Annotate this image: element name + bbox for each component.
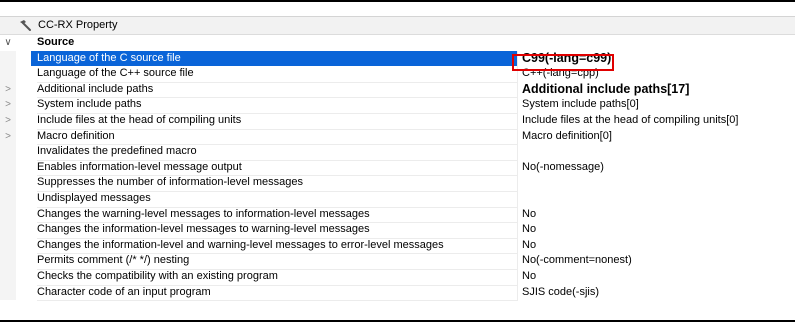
property-row[interactable]: Character code of an input program SJIS c… bbox=[0, 284, 795, 302]
property-name: Language of the C++ source file bbox=[37, 66, 518, 83]
panel-title: CC-RX Property bbox=[38, 19, 118, 31]
highlight-box bbox=[512, 54, 614, 71]
property-row[interactable]: > Macro definition Macro definition[0] bbox=[0, 128, 795, 146]
column-divider bbox=[517, 144, 518, 160]
column-divider bbox=[517, 159, 518, 176]
property-value[interactable]: No bbox=[522, 269, 795, 285]
property-value[interactable]: Include files at the head of compiling u… bbox=[522, 113, 795, 129]
row-gutter bbox=[0, 284, 16, 301]
property-row[interactable]: Permits comment (/* */) nesting No(-comme… bbox=[0, 253, 795, 270]
property-name: Suppresses the number of information-lev… bbox=[37, 175, 518, 192]
property-row[interactable]: Invalidates the predefined macro bbox=[0, 144, 795, 161]
property-row[interactable]: > Additional include paths Additional incl… bbox=[0, 81, 795, 99]
property-row[interactable]: Enables information-level message output… bbox=[0, 159, 795, 177]
row-gutter bbox=[0, 144, 16, 160]
panel-header: CC-RX Property bbox=[0, 17, 795, 35]
property-value[interactable]: System include paths[0] bbox=[522, 97, 795, 113]
property-row[interactable]: Language of the C++ source file C++(-lang… bbox=[0, 66, 795, 83]
column-divider bbox=[517, 175, 518, 191]
row-gutter bbox=[0, 253, 16, 269]
property-row[interactable]: Undisplayed messages bbox=[0, 190, 795, 208]
column-divider bbox=[517, 268, 518, 285]
property-name: Changes the warning-level messages to in… bbox=[37, 207, 518, 224]
property-row[interactable]: Suppresses the number of information-lev… bbox=[0, 175, 795, 192]
row-gutter bbox=[0, 66, 16, 82]
property-value[interactable] bbox=[522, 191, 795, 207]
property-row[interactable]: Language of the C source file C99(-lang=c… bbox=[0, 50, 795, 67]
property-name: System include paths bbox=[37, 97, 518, 114]
row-gutter bbox=[0, 268, 16, 285]
property-row[interactable]: > Include files at the head of compiling … bbox=[0, 112, 795, 130]
property-name: Checks the compatibility with an existin… bbox=[37, 269, 518, 286]
chevron-right-icon[interactable]: > bbox=[3, 97, 13, 112]
property-value[interactable]: No(-nomessage) bbox=[522, 160, 795, 176]
column-divider bbox=[517, 128, 518, 145]
property-row[interactable]: > System include paths System include path… bbox=[0, 97, 795, 114]
property-name: Enables information-level message output bbox=[37, 160, 518, 177]
property-name: Changes the information-level and warnin… bbox=[37, 238, 518, 255]
category-label: Source bbox=[37, 36, 75, 48]
row-gutter bbox=[0, 159, 16, 176]
row-gutter bbox=[0, 237, 16, 254]
column-divider bbox=[517, 190, 518, 207]
property-value[interactable]: No(-comment=nonest) bbox=[522, 253, 795, 269]
property-value[interactable]: No bbox=[522, 222, 795, 238]
property-row[interactable]: Changes the information-level messages t… bbox=[0, 222, 795, 239]
property-value[interactable] bbox=[522, 175, 795, 191]
column-divider bbox=[517, 81, 518, 98]
property-name: Language of the C source file bbox=[31, 50, 518, 67]
hammer-icon bbox=[20, 20, 31, 31]
property-row[interactable]: Changes the warning-level messages to in… bbox=[0, 206, 795, 224]
property-value[interactable]: Macro definition[0] bbox=[522, 129, 795, 145]
property-grid: ∨ Source Language of the C source file C9… bbox=[0, 35, 795, 302]
row-gutter bbox=[0, 50, 16, 67]
row-gutter bbox=[0, 175, 16, 191]
property-name: Permits comment (/* */) nesting bbox=[37, 253, 518, 270]
chevron-right-icon[interactable]: > bbox=[3, 129, 13, 144]
column-divider bbox=[517, 206, 518, 223]
property-name: Character code of an input program bbox=[37, 285, 518, 302]
category-source[interactable]: ∨ Source bbox=[0, 35, 795, 51]
property-name: Undisplayed messages bbox=[37, 191, 518, 208]
property-value[interactable]: SJIS code(-sjis) bbox=[522, 285, 795, 301]
column-divider bbox=[517, 237, 518, 254]
column-divider bbox=[517, 112, 518, 129]
row-gutter bbox=[0, 222, 16, 238]
property-name: Invalidates the predefined macro bbox=[37, 144, 518, 161]
column-divider bbox=[517, 284, 518, 301]
chevron-down-icon[interactable]: ∨ bbox=[3, 35, 13, 50]
column-divider bbox=[517, 222, 518, 238]
property-row[interactable]: Checks the compatibility with an existin… bbox=[0, 268, 795, 286]
property-name: Additional include paths bbox=[37, 82, 518, 99]
row-gutter bbox=[0, 206, 16, 223]
property-row[interactable]: Changes the information-level and warnin… bbox=[0, 237, 795, 255]
column-divider bbox=[517, 253, 518, 269]
chevron-right-icon[interactable]: > bbox=[3, 82, 13, 97]
property-name: Macro definition bbox=[37, 129, 518, 146]
property-name: Include files at the head of compiling u… bbox=[37, 113, 518, 130]
bottom-rule bbox=[0, 320, 795, 322]
property-value[interactable]: Additional include paths[17] bbox=[522, 82, 795, 98]
property-value[interactable]: No bbox=[522, 238, 795, 254]
property-value[interactable] bbox=[522, 144, 795, 160]
property-name: Changes the information-level messages t… bbox=[37, 222, 518, 239]
row-gutter bbox=[0, 190, 16, 207]
property-value[interactable]: No bbox=[522, 207, 795, 223]
column-divider bbox=[517, 97, 518, 113]
top-rule bbox=[0, 0, 795, 2]
chevron-right-icon[interactable]: > bbox=[3, 113, 13, 128]
